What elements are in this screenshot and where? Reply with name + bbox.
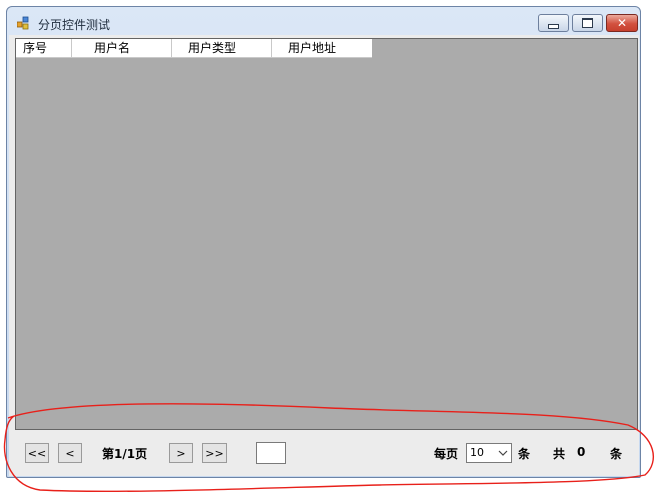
red-annotation-outline <box>3 403 654 493</box>
